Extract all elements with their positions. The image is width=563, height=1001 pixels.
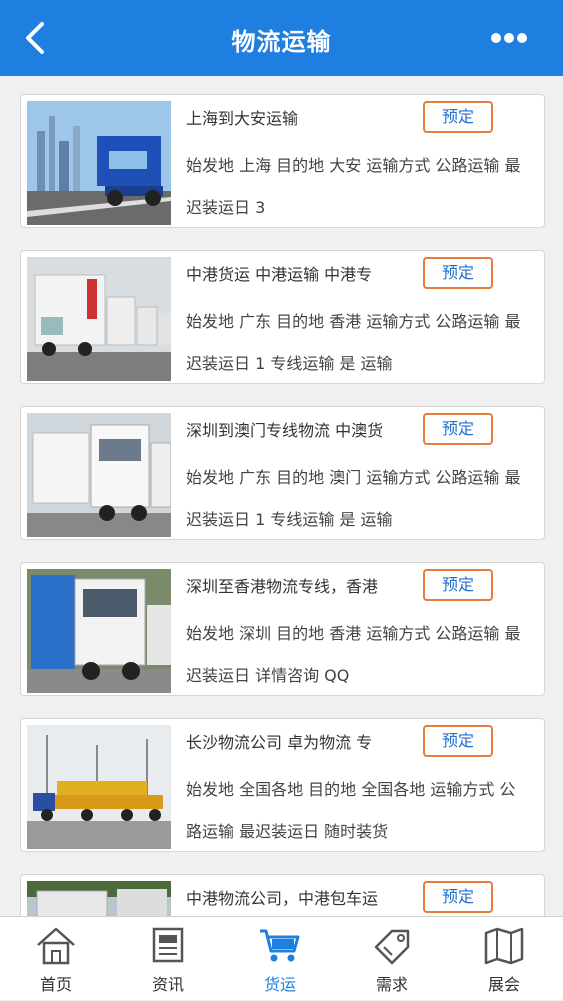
list-item[interactable]: 深圳到澳门专线物流 中澳货 预定 始发地 广东 目的地 澳门 运输方式 公路运输… bbox=[20, 406, 545, 540]
nav-demand[interactable]: 需求 bbox=[336, 917, 448, 1001]
app-header: 物流运输 bbox=[0, 0, 563, 76]
nav-label: 首页 bbox=[39, 975, 72, 994]
book-button[interactable]: 预定 bbox=[423, 413, 493, 445]
list-item[interactable]: 长沙物流公司 卓为物流 专 预定 始发地 全国各地 目的地 全国各地 运输方式 … bbox=[20, 718, 545, 852]
more-dot-icon bbox=[491, 33, 501, 43]
more-dot-icon bbox=[504, 33, 514, 43]
map-icon bbox=[484, 927, 524, 965]
truck-photo bbox=[27, 101, 171, 225]
nav-home[interactable]: 首页 bbox=[0, 917, 112, 1001]
item-description: 始发地 深圳 目的地 香港 运输方式 公路运输 最迟装运日 详情咨询 QQ bbox=[186, 624, 521, 685]
truck-photo bbox=[27, 569, 171, 693]
book-button[interactable]: 预定 bbox=[423, 257, 493, 289]
item-description: 始发地 广东 目的地 香港 运输方式 公路运输 最迟装运日 1 专线运输 是 运… bbox=[186, 312, 521, 373]
tag-icon bbox=[374, 929, 410, 965]
truck-photo bbox=[27, 413, 171, 537]
item-description: 始发地 上海 目的地 大安 运输方式 公路运输 最迟装运日 3 bbox=[186, 156, 521, 217]
item-title[interactable]: 深圳至香港物流专线，香港 bbox=[186, 573, 416, 597]
nav-label: 需求 bbox=[375, 975, 408, 994]
item-title[interactable]: 中港物流公司，中港包车运 bbox=[186, 885, 416, 909]
freight-list: 上海到大安运输 预定 始发地 上海 目的地 大安 运输方式 公路运输 最迟装运日… bbox=[0, 76, 563, 916]
item-title[interactable]: 深圳到澳门专线物流 中澳货 bbox=[186, 417, 416, 441]
item-title[interactable]: 长沙物流公司 卓为物流 专 bbox=[186, 729, 416, 753]
item-title[interactable]: 中港货运 中港运输 中港专 bbox=[186, 261, 416, 285]
more-menu-button[interactable] bbox=[491, 26, 539, 50]
book-button[interactable]: 预定 bbox=[423, 101, 493, 133]
nav-exhibition[interactable]: 展会 bbox=[448, 917, 560, 1001]
cart-icon bbox=[260, 929, 300, 962]
truck-photo bbox=[27, 881, 171, 916]
book-button[interactable]: 预定 bbox=[423, 725, 493, 757]
book-button[interactable]: 预定 bbox=[423, 881, 493, 913]
book-button[interactable]: 预定 bbox=[423, 569, 493, 601]
list-item[interactable]: 中港货运 中港运输 中港专 预定 始发地 广东 目的地 香港 运输方式 公路运输… bbox=[20, 250, 545, 384]
item-description: 始发地 全国各地 目的地 全国各地 运输方式 公路运输 最迟装运日 随时装货 bbox=[186, 780, 516, 841]
truck-photo bbox=[27, 257, 171, 381]
news-icon bbox=[152, 927, 184, 963]
nav-news[interactable]: 资讯 bbox=[112, 917, 224, 1001]
home-icon bbox=[37, 927, 75, 965]
bottom-nav: 首页 资讯 货运 需求 展会 bbox=[0, 916, 563, 1000]
page-title: 物流运输 bbox=[231, 28, 332, 56]
nav-freight[interactable]: 货运 bbox=[224, 917, 336, 1001]
list-item[interactable]: 中港物流公司，中港包车运 预定 bbox=[20, 874, 545, 916]
more-dot-icon bbox=[517, 33, 527, 43]
truck-photo bbox=[27, 725, 171, 849]
item-description: 始发地 广东 目的地 澳门 运输方式 公路运输 最迟装运日 1 专线运输 是 运… bbox=[186, 468, 521, 529]
list-item[interactable]: 上海到大安运输 预定 始发地 上海 目的地 大安 运输方式 公路运输 最迟装运日… bbox=[20, 94, 545, 228]
nav-label: 展会 bbox=[487, 975, 520, 994]
item-title[interactable]: 上海到大安运输 bbox=[186, 105, 416, 129]
nav-label: 资讯 bbox=[151, 975, 184, 994]
nav-label: 货运 bbox=[263, 975, 296, 994]
list-item[interactable]: 深圳至香港物流专线，香港 预定 始发地 深圳 目的地 香港 运输方式 公路运输 … bbox=[20, 562, 545, 696]
